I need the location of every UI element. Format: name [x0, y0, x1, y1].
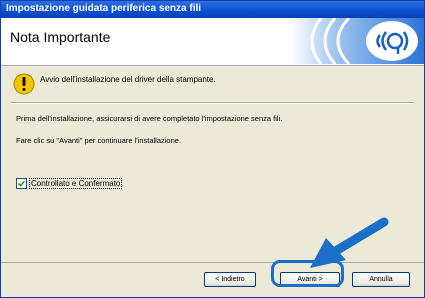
pointer-arrow-icon	[310, 217, 389, 268]
checkmark-icon	[17, 180, 26, 187]
confirm-checkbox-row[interactable]: Controllato e Confermato	[16, 178, 123, 189]
confirm-checkbox[interactable]	[16, 178, 27, 189]
instruction-text-1: Prima dell'installazione, assicurarsi di…	[16, 114, 283, 123]
separator	[11, 102, 414, 104]
cancel-button[interactable]: Annulla	[352, 272, 410, 287]
warning-icon	[13, 73, 35, 95]
warning-message: Avvio dell'installazione del driver dell…	[40, 75, 216, 84]
window-title: Impostazione guidata periferica senza fi…	[6, 3, 202, 14]
page-title: Nota Importante	[10, 29, 111, 45]
title-bar[interactable]: Impostazione guidata periferica senza fi…	[1, 1, 424, 18]
back-button[interactable]: < Indietro	[204, 272, 256, 287]
confirm-checkbox-label[interactable]: Controllato e Confermato	[29, 178, 123, 189]
wireless-logo-icon	[291, 18, 424, 64]
instruction-text-2: Fare clic su "Avanti" per continuare l'i…	[16, 136, 182, 145]
wizard-header: Nota Importante	[1, 18, 424, 66]
